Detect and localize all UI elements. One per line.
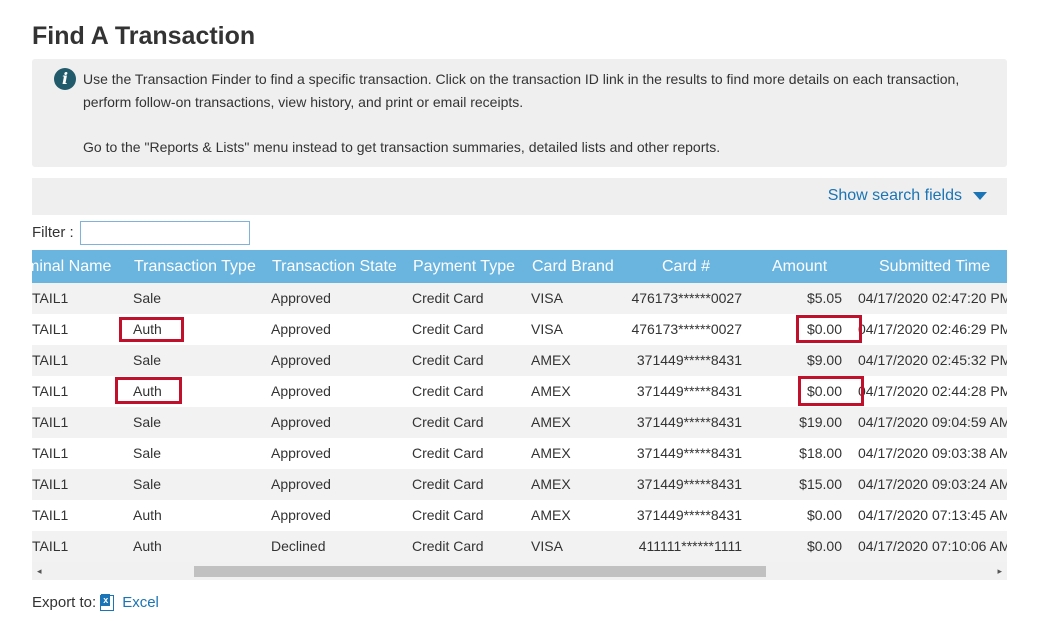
info-box: i Use the Transaction Finder to find a s… (32, 59, 1007, 167)
header-card-number[interactable]: Card # (662, 250, 710, 283)
cell-transaction-type: Auth (133, 507, 162, 523)
cell-terminal-name: TAIL1 (32, 538, 69, 554)
horizontal-scrollbar[interactable]: ◂ ▸ (32, 562, 1007, 580)
header-terminal-name[interactable]: minal Name (32, 250, 111, 283)
table-row[interactable]: TAIL1 Sale Approved Credit Card AMEX 371449**… (32, 438, 1007, 469)
cell-terminal-name: TAIL1 (32, 414, 69, 430)
excel-icon[interactable] (100, 593, 115, 611)
grid-header: minal Name Transaction Type Transaction St… (32, 250, 1007, 283)
cell-transaction-state: Approved (271, 414, 331, 430)
cell-submitted-time: 04/17/2020 07:10:06 AM (858, 538, 1007, 554)
table-row[interactable]: TAIL1 Sale Approved Credit Card AMEX 371449**… (32, 407, 1007, 438)
info-text-reports: Go to the "Reports & Lists" menu instead… (83, 139, 721, 155)
cell-amount: $5.05 (806, 290, 842, 306)
filter-input[interactable] (80, 221, 250, 245)
cell-transaction-state: Approved (271, 290, 331, 306)
cell-submitted-time: 04/17/2020 02:45:32 PM (858, 352, 1007, 368)
cell-amount: $15.00 (799, 476, 842, 492)
info-text: Use the Transaction Finder to find a spe… (83, 71, 960, 110)
cell-terminal-name: TAIL1 (32, 352, 69, 368)
cell-card-number: 371449*****8431 (636, 476, 742, 492)
cell-submitted-time: 04/17/2020 07:13:45 AM (858, 507, 1007, 523)
cell-transaction-state: Approved (271, 352, 331, 368)
cell-transaction-state: Approved (271, 476, 331, 492)
cell-card-number: 371449*****8431 (636, 445, 742, 461)
cell-terminal-name: TAIL1 (32, 476, 69, 492)
header-payment-type[interactable]: Payment Type (413, 250, 515, 283)
cell-submitted-time: 04/17/2020 09:03:24 AM (858, 476, 1007, 492)
cell-transaction-state: Approved (271, 383, 331, 399)
cell-transaction-state: Approved (271, 445, 331, 461)
header-card-brand[interactable]: Card Brand (532, 250, 614, 283)
cell-card-number: 371449*****8431 (636, 414, 742, 430)
filter-label: Filter : (32, 224, 74, 241)
caret-down-icon (973, 192, 987, 200)
export-label: Export to: (32, 594, 97, 611)
cell-submitted-time: 04/17/2020 09:04:59 AM (858, 414, 1007, 430)
cell-card-number: 476173******0027 (631, 321, 742, 337)
page-title: Find A Transaction (32, 22, 256, 50)
cell-amount: $0.00 (806, 538, 842, 554)
cell-transaction-type: Auth (133, 538, 162, 554)
show-search-fields-label: Show search fields (827, 187, 962, 204)
highlight-box-amount (796, 315, 862, 343)
export-excel-link[interactable]: Excel (122, 594, 159, 611)
header-submitted-time[interactable]: Submitted Time (879, 250, 990, 283)
highlight-box-auth (115, 377, 182, 404)
cell-amount: $0.00 (806, 507, 842, 523)
cell-transaction-type: Sale (133, 290, 162, 306)
cell-transaction-state: Approved (271, 321, 331, 337)
cell-transaction-type: Sale (133, 352, 162, 368)
table-row[interactable]: TAIL1 Sale Approved Credit Card AMEX 371449**… (32, 345, 1007, 376)
cell-transaction-state: Approved (271, 507, 331, 523)
export-bar: Export to: Excel (32, 593, 159, 611)
cell-submitted-time: 04/17/2020 02:47:20 PM (858, 290, 1007, 306)
cell-card-number: 411111******1111 (638, 538, 742, 554)
show-search-fields-toggle[interactable]: Show search fields (828, 187, 987, 205)
cell-amount: $19.00 (799, 414, 842, 430)
scroll-thumb[interactable] (194, 566, 766, 577)
cell-card-number: 476173******0027 (631, 290, 742, 306)
cell-submitted-time: 04/17/2020 09:03:38 AM (858, 445, 1007, 461)
cell-submitted-time: 04/17/2020 02:46:29 PM (858, 321, 1007, 337)
cell-terminal-name: TAIL1 (32, 507, 69, 523)
info-icon: i (54, 68, 76, 90)
scroll-right-arrow-icon[interactable]: ▸ (997, 566, 1002, 577)
table-row[interactable]: TAIL1 Auth Declined Credit Card VISA 411111**… (32, 531, 1007, 562)
header-transaction-type[interactable]: Transaction Type (134, 250, 256, 283)
cell-card-number: 371449*****8431 (636, 383, 742, 399)
table-row[interactable]: TAIL1 Sale Approved Credit Card AMEX 371449**… (32, 469, 1007, 500)
header-transaction-state[interactable]: Transaction State (272, 250, 397, 283)
search-bar: Show search fields (32, 178, 1007, 215)
cell-card-number: 371449*****8431 (636, 507, 742, 523)
table-row[interactable]: TAIL1 Sale Approved Credit Card VISA 476173**… (32, 283, 1007, 314)
scroll-left-arrow-icon[interactable]: ◂ (37, 566, 42, 577)
cell-amount: $18.00 (799, 445, 842, 461)
cell-card-number: 371449*****8431 (636, 352, 742, 368)
header-amount[interactable]: Amount (772, 250, 827, 283)
cell-submitted-time: 04/17/2020 02:44:28 PM (858, 383, 1007, 399)
highlight-box-amount (798, 376, 864, 406)
table-row[interactable]: TAIL1 Auth Approved Credit Card AMEX 371449**… (32, 500, 1007, 531)
cell-terminal-name: TAIL1 (32, 321, 69, 337)
cell-terminal-name: TAIL1 (32, 290, 69, 306)
highlight-box-auth (119, 317, 184, 342)
cell-transaction-type: Sale (133, 414, 162, 430)
cell-transaction-state: Declined (271, 538, 326, 554)
cell-terminal-name: TAIL1 (32, 445, 69, 461)
cell-terminal-name: TAIL1 (32, 383, 69, 399)
cell-amount: $9.00 (806, 352, 842, 368)
transaction-grid: minal Name Transaction Type Transaction St… (32, 250, 1007, 580)
cell-transaction-type: Sale (133, 445, 162, 461)
cell-transaction-type: Sale (133, 476, 162, 492)
